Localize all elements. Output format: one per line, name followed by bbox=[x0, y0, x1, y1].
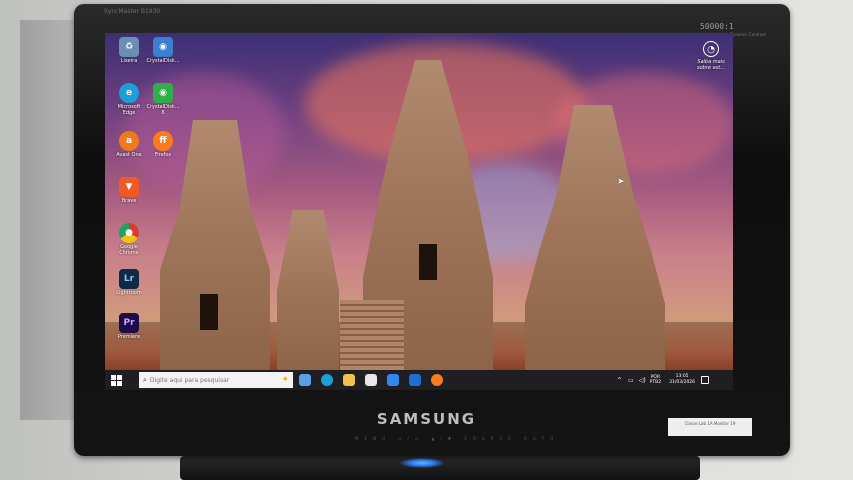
edge-icon[interactable] bbox=[321, 374, 333, 386]
notification-icon[interactable] bbox=[701, 376, 710, 384]
edge-icon: e bbox=[119, 83, 139, 103]
monitor-model-label: SyncMaster B1930 bbox=[104, 8, 161, 15]
brave-icon: ▼ bbox=[119, 177, 139, 197]
mouse-cursor-icon: ➤ bbox=[617, 177, 625, 187]
crystaldisk-icon: ◉ bbox=[153, 37, 173, 57]
monitor-buttons[interactable]: MENU ⊙/⊙ ▲/▼ SOURCE AUTO bbox=[355, 436, 559, 441]
avast-icon: a bbox=[119, 131, 139, 151]
mail-icon[interactable] bbox=[409, 374, 421, 386]
firefox-icon: ff bbox=[153, 131, 173, 151]
system-tray: ^ ▭ ◁) POR PTB2 13:05 31/03/2026 bbox=[617, 372, 710, 388]
search-highlight-icon: ✦ bbox=[281, 375, 289, 385]
desktop-icon-firefox[interactable]: ff Firefox bbox=[145, 131, 181, 158]
desktop-icon-edge[interactable]: e Microsoft Edge bbox=[111, 83, 147, 116]
desktop-icon-brave[interactable]: ▼ Brave bbox=[111, 177, 147, 204]
store-icon[interactable] bbox=[387, 374, 399, 386]
power-led-icon bbox=[400, 458, 444, 468]
taskbar-search[interactable]: ⌕ ✦ bbox=[139, 372, 293, 388]
network-icon[interactable]: ▭ bbox=[628, 377, 634, 384]
premiere-icon: Pr bbox=[119, 313, 139, 333]
folder-icon[interactable] bbox=[343, 374, 355, 386]
search-icon: ⌕ bbox=[143, 375, 147, 384]
contrast-sub-label: Dynamic Contrast bbox=[730, 32, 767, 37]
learn-about-picture[interactable]: ◔ Saiba mais sobre est... bbox=[693, 41, 729, 71]
asset-sticker: Classe Lab 1A Monitor 19 bbox=[668, 418, 752, 436]
chrome-icon: ● bbox=[119, 223, 139, 243]
firefox-icon[interactable] bbox=[431, 374, 443, 386]
contrast-label: 50000:1 bbox=[700, 22, 734, 31]
tray-overflow-chevron-icon[interactable]: ^ bbox=[617, 377, 622, 384]
volume-icon[interactable]: ◁) bbox=[639, 377, 646, 384]
calendar-icon[interactable] bbox=[365, 374, 377, 386]
wallpaper-temple-small bbox=[277, 210, 339, 370]
desktop-icon-crystaldisk[interactable]: ◉ CrystalDisk... bbox=[145, 37, 181, 64]
camera-icon: ◔ bbox=[703, 41, 719, 57]
crystaldisk-mark-icon: ◉ bbox=[153, 83, 173, 103]
desktop-icon-lightroom[interactable]: Lr Lightroom bbox=[111, 269, 147, 296]
lightroom-icon: Lr bbox=[119, 269, 139, 289]
taskbar-clock[interactable]: 13:05 31/03/2026 bbox=[669, 374, 695, 386]
desktop-screen: ♻ Lixeira ◉ CrystalDisk... e Microsoft E… bbox=[105, 33, 733, 390]
wallpaper-stairs bbox=[340, 300, 404, 370]
input-language[interactable]: POR PTB2 bbox=[650, 375, 661, 385]
desktop-icon-crystaldisk-mark[interactable]: ◉ CrystalDisk... 8 bbox=[145, 83, 181, 116]
desktop-icon-avast[interactable]: a Avast One bbox=[111, 131, 147, 158]
desktop-icon-chrome[interactable]: ● Google Chrome bbox=[111, 223, 147, 256]
start-button[interactable] bbox=[111, 375, 122, 386]
news-icon[interactable] bbox=[299, 374, 311, 386]
recycle-bin-icon: ♻ bbox=[119, 37, 139, 57]
desktop-icon-recycle-bin[interactable]: ♻ Lixeira bbox=[111, 37, 147, 64]
taskbar: ⌕ ✦ ^ ▭ ◁) POR PTB2 13:05 31/03/2026 bbox=[105, 370, 733, 390]
search-input[interactable] bbox=[149, 376, 260, 384]
desktop-icon-premiere[interactable]: Pr Premiere bbox=[111, 313, 147, 340]
